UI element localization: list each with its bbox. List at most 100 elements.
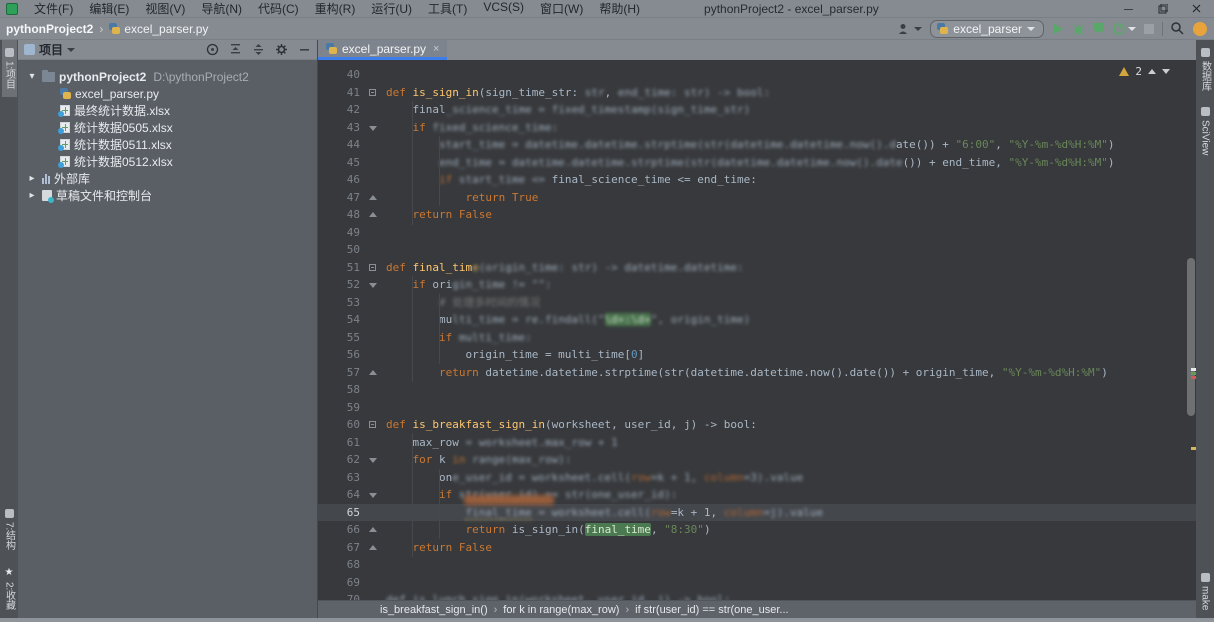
- code-line-62[interactable]: 62 for k in range(max_row):: [318, 451, 1196, 469]
- code-editor[interactable]: 4041def is_sign_in(sign_time_str: str, e…: [318, 60, 1196, 600]
- fold-marker[interactable]: [366, 189, 380, 207]
- code-line-69[interactable]: 69: [318, 574, 1196, 592]
- code-line-70[interactable]: 70def is_lunch_sign_in(worksheet, user_i…: [318, 591, 1196, 600]
- fold-marker[interactable]: [366, 416, 380, 434]
- fold-marker[interactable]: [366, 364, 380, 382]
- code-line-42[interactable]: 42 final_science_time = fixed_timestamp(…: [318, 101, 1196, 119]
- locate-file-button[interactable]: [206, 43, 219, 56]
- stripe-mark-yellow[interactable]: [1191, 447, 1196, 450]
- tool-window-button-star[interactable]: ★2:收藏: [2, 559, 17, 618]
- settings-gear-icon[interactable]: [275, 43, 288, 56]
- code-line-64[interactable]: 64 if str(user_id) == str(one_user_id):: [318, 486, 1196, 504]
- editor-breadcrumb-item[interactable]: is_breakfast_sign_in(): [380, 604, 488, 616]
- menubar-item[interactable]: 窗口(W): [532, 0, 591, 18]
- stop-button[interactable]: [1144, 20, 1154, 38]
- code-line-67[interactable]: 67 return False: [318, 539, 1196, 557]
- menubar-item[interactable]: 重构(R): [307, 0, 364, 18]
- tree-item[interactable]: excel_parser.py: [18, 85, 317, 102]
- menubar-item[interactable]: 导航(N): [193, 0, 250, 18]
- fold-marker[interactable]: [366, 276, 380, 294]
- menubar-item[interactable]: 帮助(H): [591, 0, 648, 18]
- code-line-41[interactable]: 41def is_sign_in(sign_time_str: str, end…: [318, 84, 1196, 102]
- code-line-47[interactable]: 47 return True: [318, 189, 1196, 207]
- menubar-item[interactable]: 运行(U): [363, 0, 420, 18]
- tab-close-icon[interactable]: ×: [433, 43, 439, 55]
- code-line-40[interactable]: 40: [318, 66, 1196, 84]
- minimize-button[interactable]: [1112, 0, 1146, 17]
- code-line-49[interactable]: 49: [318, 224, 1196, 242]
- code-line-61[interactable]: 61 max_row = worksheet.max_row + 1: [318, 434, 1196, 452]
- stripe-mark-red[interactable]: [1191, 376, 1196, 379]
- editor-scrollbar[interactable]: [1187, 258, 1195, 416]
- avatar-icon[interactable]: [1192, 20, 1208, 38]
- close-button[interactable]: [1180, 0, 1214, 17]
- menubar-item[interactable]: 视图(V): [137, 0, 193, 18]
- menubar-item[interactable]: 编辑(E): [81, 0, 137, 18]
- chevron-right-icon[interactable]: ▸: [26, 173, 38, 184]
- tree-item[interactable]: 统计数据0511.xlsx: [18, 136, 317, 153]
- fold-marker[interactable]: [366, 84, 380, 102]
- chevron-down-icon[interactable]: ▾: [26, 71, 38, 82]
- user-profile-icon[interactable]: [898, 20, 922, 38]
- menubar-item[interactable]: 代码(C): [250, 0, 307, 18]
- tree-item[interactable]: 最终统计数据.xlsx: [18, 102, 317, 119]
- run-button[interactable]: [1052, 20, 1064, 38]
- menubar-item[interactable]: 工具(T): [420, 0, 475, 18]
- fold-marker[interactable]: [366, 486, 380, 504]
- hide-panel-button[interactable]: [298, 43, 311, 56]
- tab-excel-parser[interactable]: excel_parser.py ×: [318, 40, 447, 60]
- code-line-45[interactable]: 45 end_time = datetime.datetime.strptime…: [318, 154, 1196, 172]
- code-line-52[interactable]: 52 if origin_time != "":: [318, 276, 1196, 294]
- code-line-50[interactable]: 50: [318, 241, 1196, 259]
- fold-marker[interactable]: [366, 206, 380, 224]
- next-warning-icon[interactable]: [1162, 69, 1170, 74]
- code-line-48[interactable]: 48 return False: [318, 206, 1196, 224]
- code-line-56[interactable]: 56 origin_time = multi_time[0]: [318, 346, 1196, 364]
- fold-marker[interactable]: [366, 521, 380, 539]
- code-line-65[interactable]: 65 final_time = worksheet.cell(row=k + 1…: [318, 504, 1196, 522]
- stripe-mark-green[interactable]: [1191, 372, 1196, 375]
- code-line-54[interactable]: 54 multi_time = re.findall("\d+:\d+", or…: [318, 311, 1196, 329]
- editor-breadcrumb-item[interactable]: if str(user_id) == str(one_user...: [635, 604, 788, 616]
- breadcrumb-item[interactable]: pythonProject2: [6, 22, 93, 36]
- fold-marker[interactable]: [366, 451, 380, 469]
- code-line-59[interactable]: 59: [318, 399, 1196, 417]
- tool-window-button-structure[interactable]: 7:结构: [2, 501, 17, 558]
- tree-item[interactable]: ▾pythonProject2D:\pythonProject2: [18, 68, 317, 85]
- stripe-mark-white[interactable]: [1191, 368, 1196, 371]
- collapse-all-button[interactable]: [252, 43, 265, 56]
- run-with-coverage-button[interactable]: [1093, 20, 1105, 38]
- tree-item[interactable]: ▸草稿文件和控制台: [18, 187, 317, 204]
- fold-marker[interactable]: [366, 259, 380, 277]
- menubar-item[interactable]: VCS(S): [475, 0, 532, 18]
- debug-button[interactable]: [1072, 20, 1085, 38]
- tool-window-button-database[interactable]: 数据库: [1198, 40, 1213, 99]
- code-line-51[interactable]: 51def final_time(origin_time: str) -> da…: [318, 259, 1196, 277]
- code-line-44[interactable]: 44 start_time = datetime.datetime.strpti…: [318, 136, 1196, 154]
- breadcrumb-item[interactable]: excel_parser.py: [124, 22, 208, 36]
- project-panel-title[interactable]: 项目: [39, 41, 63, 58]
- code-line-53[interactable]: 53 # 处理多时间的情况: [318, 294, 1196, 312]
- search-everywhere-icon[interactable]: [1171, 20, 1184, 38]
- code-line-58[interactable]: 58: [318, 381, 1196, 399]
- chevron-down-icon[interactable]: [67, 48, 75, 52]
- tree-item[interactable]: 统计数据0512.xlsx: [18, 153, 317, 170]
- tool-window-button-hammer[interactable]: make: [1200, 565, 1211, 618]
- maximize-button[interactable]: [1146, 0, 1180, 17]
- inspections-widget[interactable]: 2: [1119, 65, 1170, 78]
- code-line-63[interactable]: 63 one_user_id = worksheet.cell(row=k + …: [318, 469, 1196, 487]
- code-line-46[interactable]: 46 if start_time <= final_science_time <…: [318, 171, 1196, 189]
- code-line-66[interactable]: 66 return is_sign_in(final_time, "8:30"): [318, 521, 1196, 539]
- code-line-55[interactable]: 55 if multi_time:: [318, 329, 1196, 347]
- code-line-68[interactable]: 68: [318, 556, 1196, 574]
- code-line-60[interactable]: 60def is_breakfast_sign_in(worksheet, us…: [318, 416, 1196, 434]
- code-line-43[interactable]: 43 if fixed_science_time:: [318, 119, 1196, 137]
- fold-marker[interactable]: [366, 539, 380, 557]
- profiler-button[interactable]: [1113, 20, 1136, 38]
- tree-item[interactable]: 统计数据0505.xlsx: [18, 119, 317, 136]
- tool-window-button-sciview[interactable]: SciView: [1200, 99, 1211, 163]
- expand-all-button[interactable]: [229, 43, 242, 56]
- editor-breadcrumb-item[interactable]: for k in range(max_row): [503, 604, 619, 616]
- chevron-right-icon[interactable]: ▸: [26, 190, 38, 201]
- tree-item[interactable]: ▸外部库: [18, 170, 317, 187]
